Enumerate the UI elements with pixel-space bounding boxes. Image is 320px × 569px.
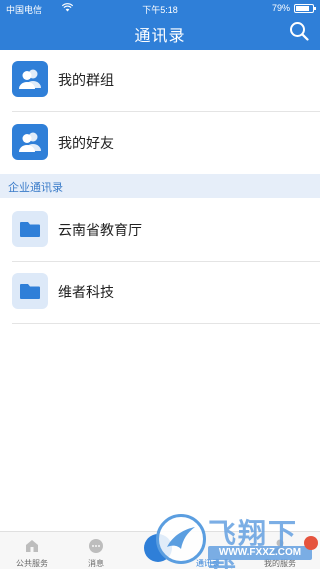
list-item-org-weizhe-tech[interactable]: 维者科技 (0, 260, 320, 324)
folder-icon (12, 273, 48, 309)
list-item-org-yunnan-education[interactable]: 云南省教育厅 (0, 198, 320, 262)
list-item-label: 维者科技 (58, 284, 114, 300)
watermark-url: WWW.FXXZ.COM (208, 546, 312, 560)
list-item-label: 我的好友 (58, 135, 114, 151)
section-header-enterprise: 企业通讯录 (0, 174, 320, 198)
list-item-label: 云南省教育厅 (58, 222, 142, 238)
tab-label: 公共服务 (16, 559, 48, 568)
status-bar: 中国电信 下午5:18 79% (0, 0, 320, 16)
tab-messages[interactable]: 消息 (64, 532, 128, 569)
divider (12, 323, 320, 324)
page-title: 通讯录 (134, 28, 186, 45)
tab-label: 消息 (88, 559, 104, 568)
watermark-dot (304, 536, 318, 550)
home-icon (26, 540, 38, 552)
watermark-bird-icon (156, 514, 206, 564)
section-title: 企业通讯录 (8, 182, 63, 194)
people-icon (12, 124, 48, 160)
search-icon[interactable] (289, 21, 309, 41)
tab-public-services[interactable]: 公共服务 (0, 532, 64, 569)
battery-percent: 79% (271, 3, 290, 13)
chat-icon (89, 539, 103, 553)
list-item-label: 我的群组 (58, 72, 114, 88)
app-header: 中国电信 下午5:18 79% 通讯录 (0, 0, 320, 50)
list-item-my-friends[interactable]: 我的好友 (0, 111, 320, 175)
list-item-my-groups[interactable]: 我的群组 (0, 48, 320, 112)
folder-icon (12, 211, 48, 247)
watermark-logo: 飞翔下载 WWW.FXXZ.COM (150, 510, 320, 569)
people-icon (12, 61, 48, 97)
battery-icon (294, 4, 316, 13)
